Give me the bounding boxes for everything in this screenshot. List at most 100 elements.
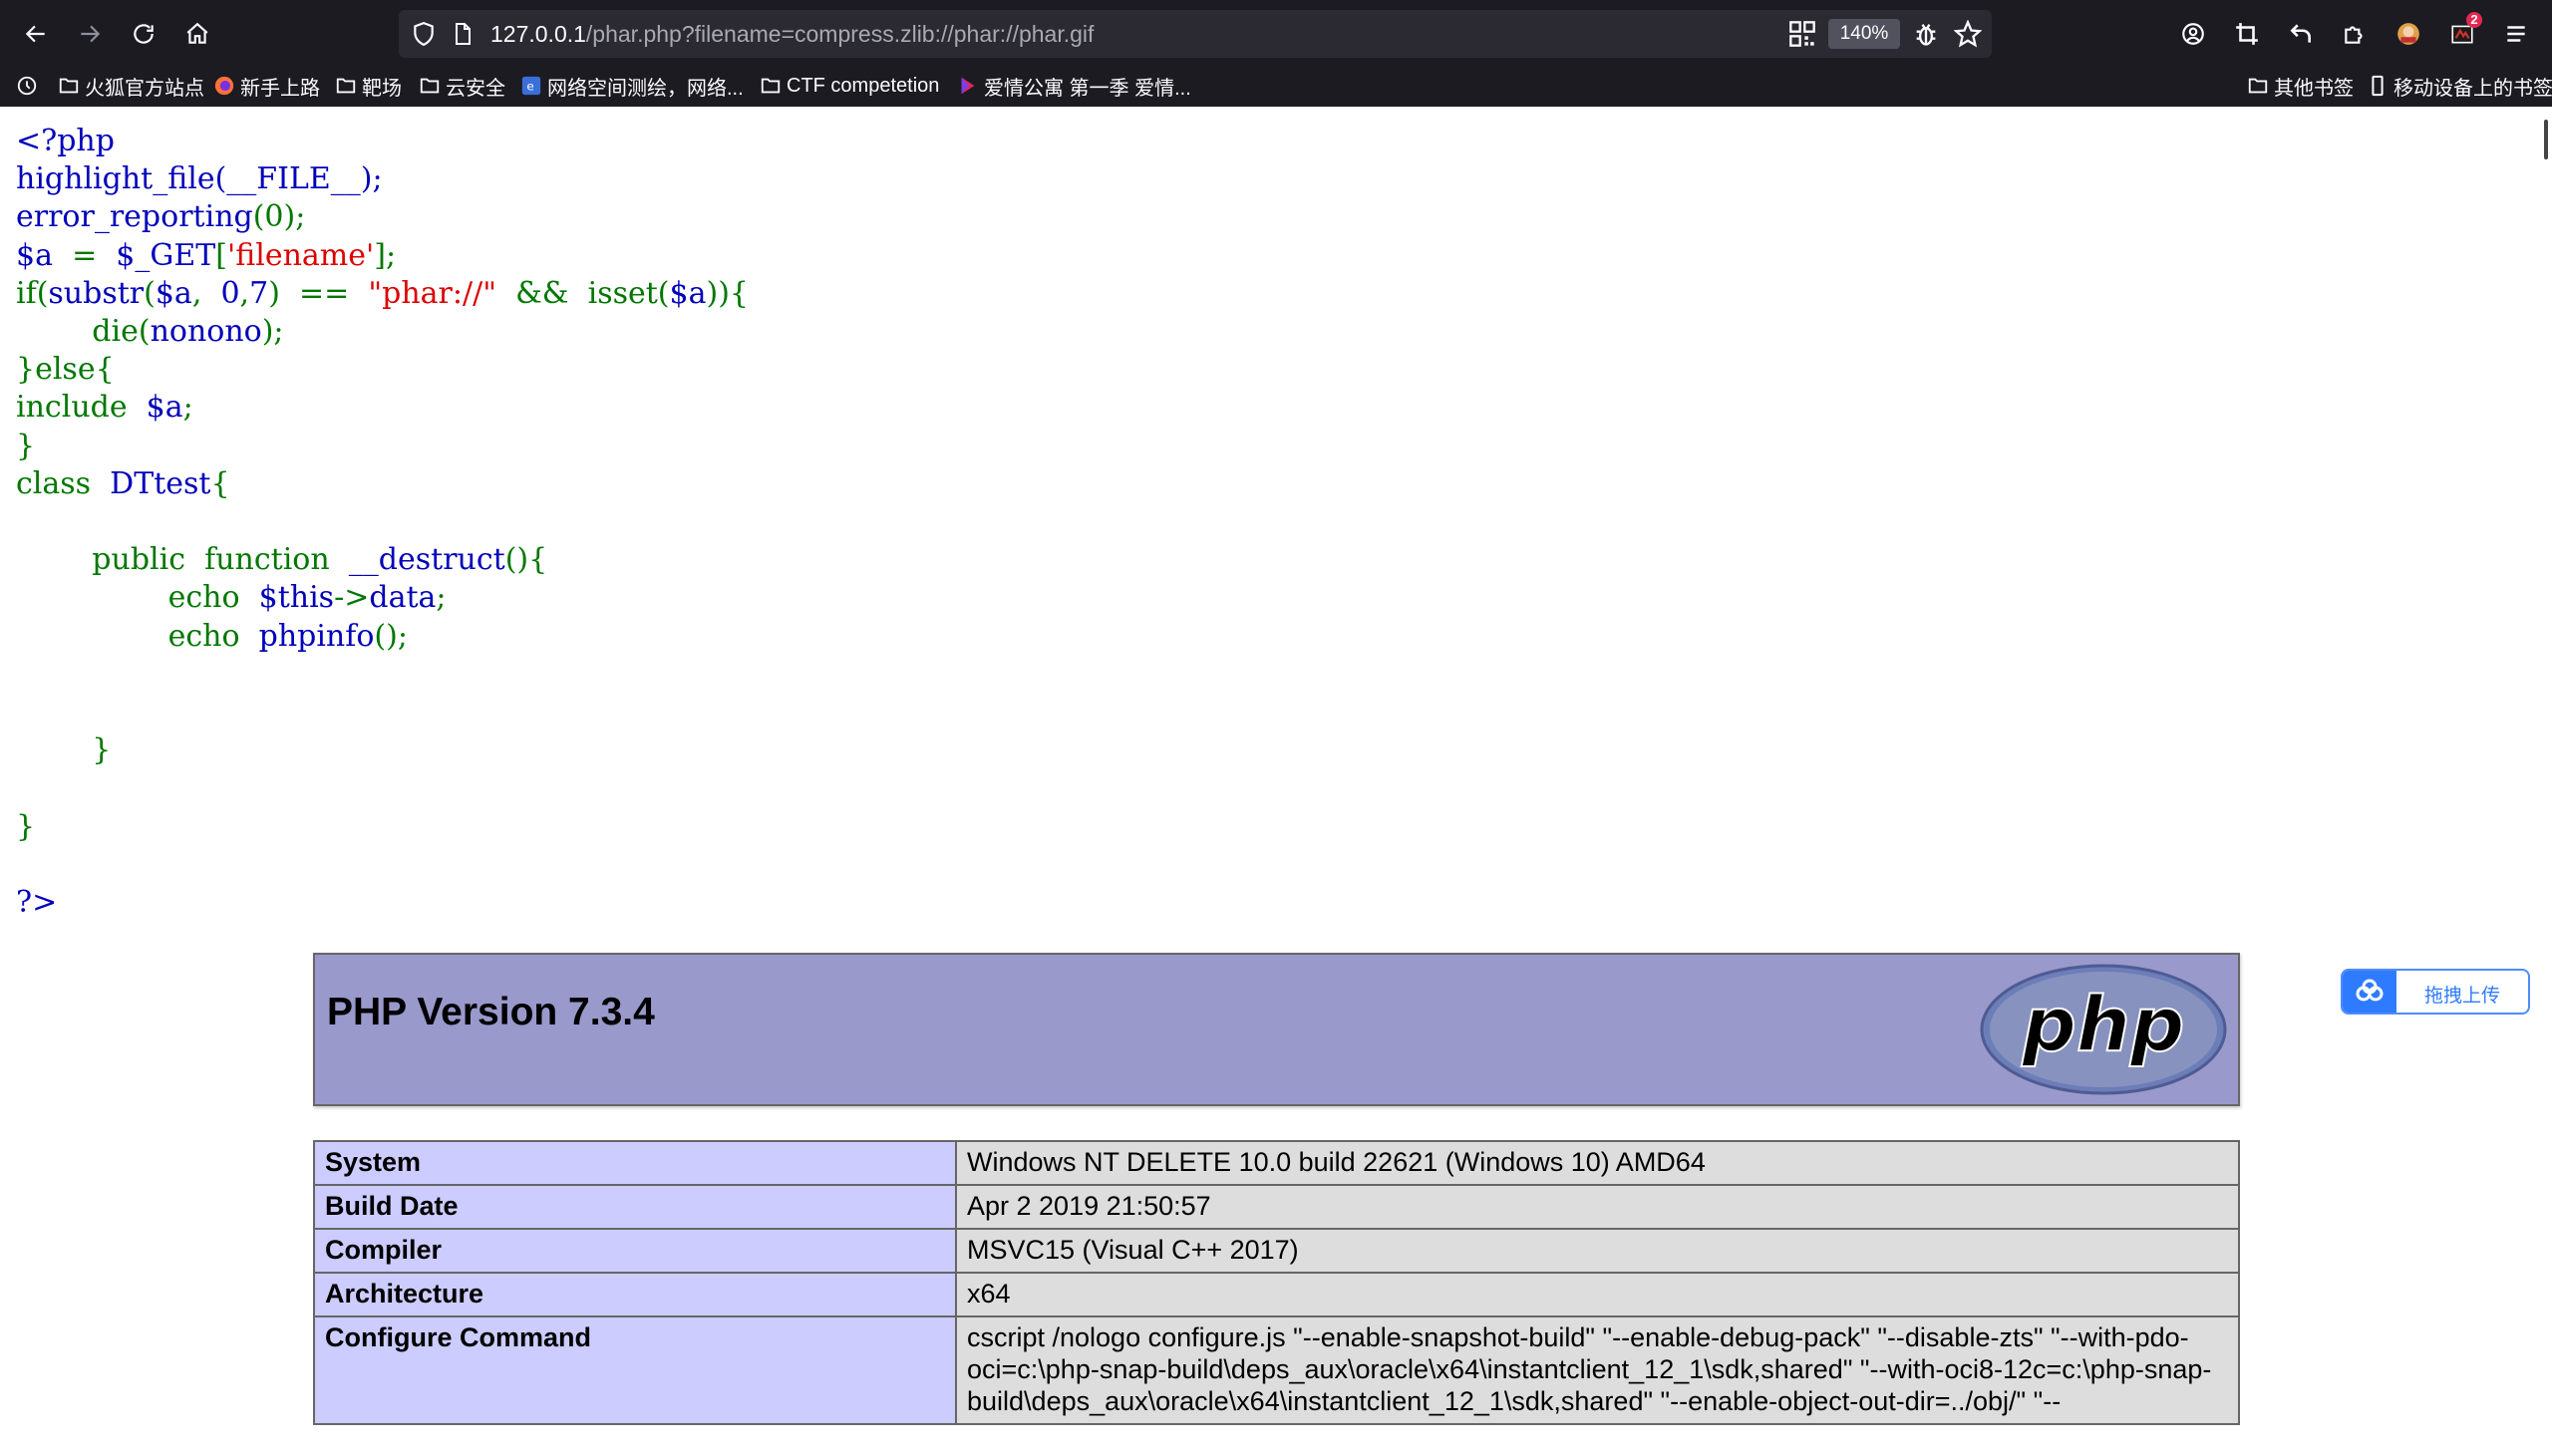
mobile-icon bbox=[2372, 75, 2384, 97]
code-token: function bbox=[204, 542, 330, 578]
hamburger-menu-icon bbox=[2507, 26, 2525, 42]
code-token: -> bbox=[334, 580, 370, 616]
code-token: ?> bbox=[16, 885, 58, 921]
code-token: } bbox=[16, 428, 36, 463]
code-token: include bbox=[16, 390, 128, 426]
home-button[interactable] bbox=[177, 14, 217, 54]
code-token: phpinfo bbox=[258, 618, 375, 654]
code-token: [ bbox=[215, 237, 227, 273]
table-value: Apr 2 2019 21:50:57 bbox=[955, 1184, 2240, 1230]
screenshot-button[interactable] bbox=[2227, 14, 2267, 54]
table-value: x64 bbox=[955, 1272, 2240, 1317]
qr-code-icon[interactable] bbox=[1788, 20, 1816, 48]
code-token: ) bbox=[268, 275, 280, 311]
bug-icon[interactable] bbox=[1912, 20, 1940, 48]
table-value: Windows NT DELETE 10.0 build 22621 (Wind… bbox=[955, 1140, 2240, 1186]
code-token: $a bbox=[16, 237, 53, 273]
svg-text:e: e bbox=[526, 80, 533, 94]
code-token: substr bbox=[48, 275, 145, 311]
reload-icon bbox=[134, 24, 154, 44]
code-token: ); bbox=[261, 314, 284, 350]
bookmark-label: CTF competetion bbox=[787, 74, 940, 97]
bookmark-item[interactable]: 爱情公寓 第一季 爱情... bbox=[957, 70, 1191, 102]
cloud-icon bbox=[2343, 971, 2396, 1013]
table-row: Configure Command cscript /nologo config… bbox=[313, 1315, 2240, 1425]
table-row: Compiler MSVC15 (Visual C++ 2017) bbox=[313, 1228, 2240, 1274]
bookmark-item[interactable]: CTF competetion bbox=[760, 70, 939, 102]
table-key: Configure Command bbox=[313, 1315, 957, 1425]
other-bookmarks-folder[interactable]: 其他书签 bbox=[2247, 70, 2354, 102]
zoom-level[interactable]: 140% bbox=[1828, 19, 1900, 49]
bookmark-item[interactable]: 云安全 bbox=[419, 70, 505, 102]
code-token: data bbox=[369, 580, 437, 616]
bookmark-label: 火狐官方站点 bbox=[85, 77, 204, 100]
code-token: isset( bbox=[587, 275, 670, 311]
code-token: (0); bbox=[252, 199, 306, 235]
drag-upload-button[interactable]: 拖拽上传 bbox=[2341, 969, 2530, 1015]
crop-icon bbox=[2236, 23, 2258, 45]
menu-button[interactable] bbox=[2496, 14, 2536, 54]
page-icon[interactable] bbox=[451, 21, 475, 47]
table-value: cscript /nologo configure.js "--enable-s… bbox=[955, 1315, 2240, 1425]
folder-icon bbox=[2248, 78, 2268, 94]
mobile-bookmarks-folder[interactable]: 移动设备上的书签 bbox=[2367, 70, 2552, 102]
bookmark-label: 爱情公寓 第一季 爱情... bbox=[984, 77, 1191, 100]
table-row: System Windows NT DELETE 10.0 build 2262… bbox=[313, 1140, 2240, 1186]
url-bar[interactable]: 127.0.0.1/phar.php?filename=compress.zli… bbox=[399, 10, 1992, 58]
phpinfo-header: PHP Version 7.3.4 php bbox=[313, 953, 2240, 1106]
code-token: $this bbox=[258, 580, 335, 616]
bookmark-item[interactable]: 新手上路 bbox=[213, 70, 320, 102]
code-token: DTtest bbox=[110, 465, 211, 501]
shield-icon[interactable] bbox=[411, 21, 437, 47]
bookmark-label: 新手上路 bbox=[240, 77, 320, 100]
code-token: <?php bbox=[16, 124, 115, 158]
bookmark-item[interactable]: 靶场 bbox=[335, 70, 402, 102]
code-token: 'filename' bbox=[226, 237, 375, 273]
php-logo-icon[interactable]: php bbox=[1979, 963, 2228, 1096]
reload-button[interactable] bbox=[124, 14, 163, 54]
table-key: System bbox=[313, 1140, 957, 1186]
code-token: } bbox=[92, 732, 112, 768]
code-token: && bbox=[515, 275, 569, 311]
phpinfo-table: System Windows NT DELETE 10.0 build 2262… bbox=[313, 1140, 2240, 1425]
code-token: ( bbox=[144, 275, 156, 311]
bookmark-label: 其他书签 bbox=[2274, 77, 2354, 100]
firefox-icon bbox=[214, 76, 234, 96]
code-token: echo bbox=[167, 618, 240, 654]
puzzle-icon bbox=[2345, 26, 2363, 44]
undo-icon bbox=[2290, 24, 2311, 43]
url-text[interactable]: 127.0.0.1/phar.php?filename=compress.zli… bbox=[490, 20, 1094, 48]
bookmark-label: 移动设备上的书签 bbox=[2393, 77, 2552, 100]
php-version-title: PHP Version 7.3.4 bbox=[327, 991, 655, 1033]
hackbar-extension-button[interactable]: 2 bbox=[2442, 12, 2482, 54]
table-row: Architecture x64 bbox=[313, 1272, 2240, 1317]
site-icon: e bbox=[521, 76, 541, 96]
recent-history-button[interactable] bbox=[16, 70, 43, 102]
code-token: if( bbox=[16, 275, 49, 311]
back-button[interactable] bbox=[16, 14, 56, 54]
profile-extension-button[interactable] bbox=[2389, 14, 2428, 54]
code-token: error_reporting bbox=[16, 199, 253, 235]
folder-icon bbox=[420, 78, 440, 94]
bookmark-item[interactable]: e 网络空间测绘，网络... bbox=[520, 70, 744, 102]
extensions-button[interactable] bbox=[2335, 14, 2375, 54]
video-icon bbox=[961, 77, 975, 95]
folder-icon bbox=[336, 78, 356, 94]
avatar-icon bbox=[2397, 23, 2419, 45]
arrow-left-icon bbox=[25, 25, 45, 43]
folder-icon bbox=[761, 78, 781, 94]
code-token: die( bbox=[92, 314, 151, 350]
code-token: = bbox=[72, 237, 98, 273]
table-key: Build Date bbox=[313, 1184, 957, 1230]
bookmark-label: 网络空间测绘，网络... bbox=[547, 77, 744, 100]
account-button[interactable] bbox=[2173, 14, 2213, 54]
bookmark-item[interactable]: 火狐官方站点 bbox=[58, 70, 204, 102]
code-token: } bbox=[16, 808, 36, 844]
undo-close-tab-button[interactable] bbox=[2281, 14, 2321, 54]
star-icon[interactable] bbox=[1954, 20, 1982, 48]
php-source-code: <?php highlight_file(__FILE__); error_re… bbox=[16, 123, 749, 922]
code-token: class bbox=[16, 465, 92, 501]
forward-button[interactable] bbox=[70, 14, 110, 54]
code-token: highlight_file(__FILE__); bbox=[16, 161, 383, 197]
scrollbar-thumb[interactable] bbox=[2544, 120, 2548, 159]
